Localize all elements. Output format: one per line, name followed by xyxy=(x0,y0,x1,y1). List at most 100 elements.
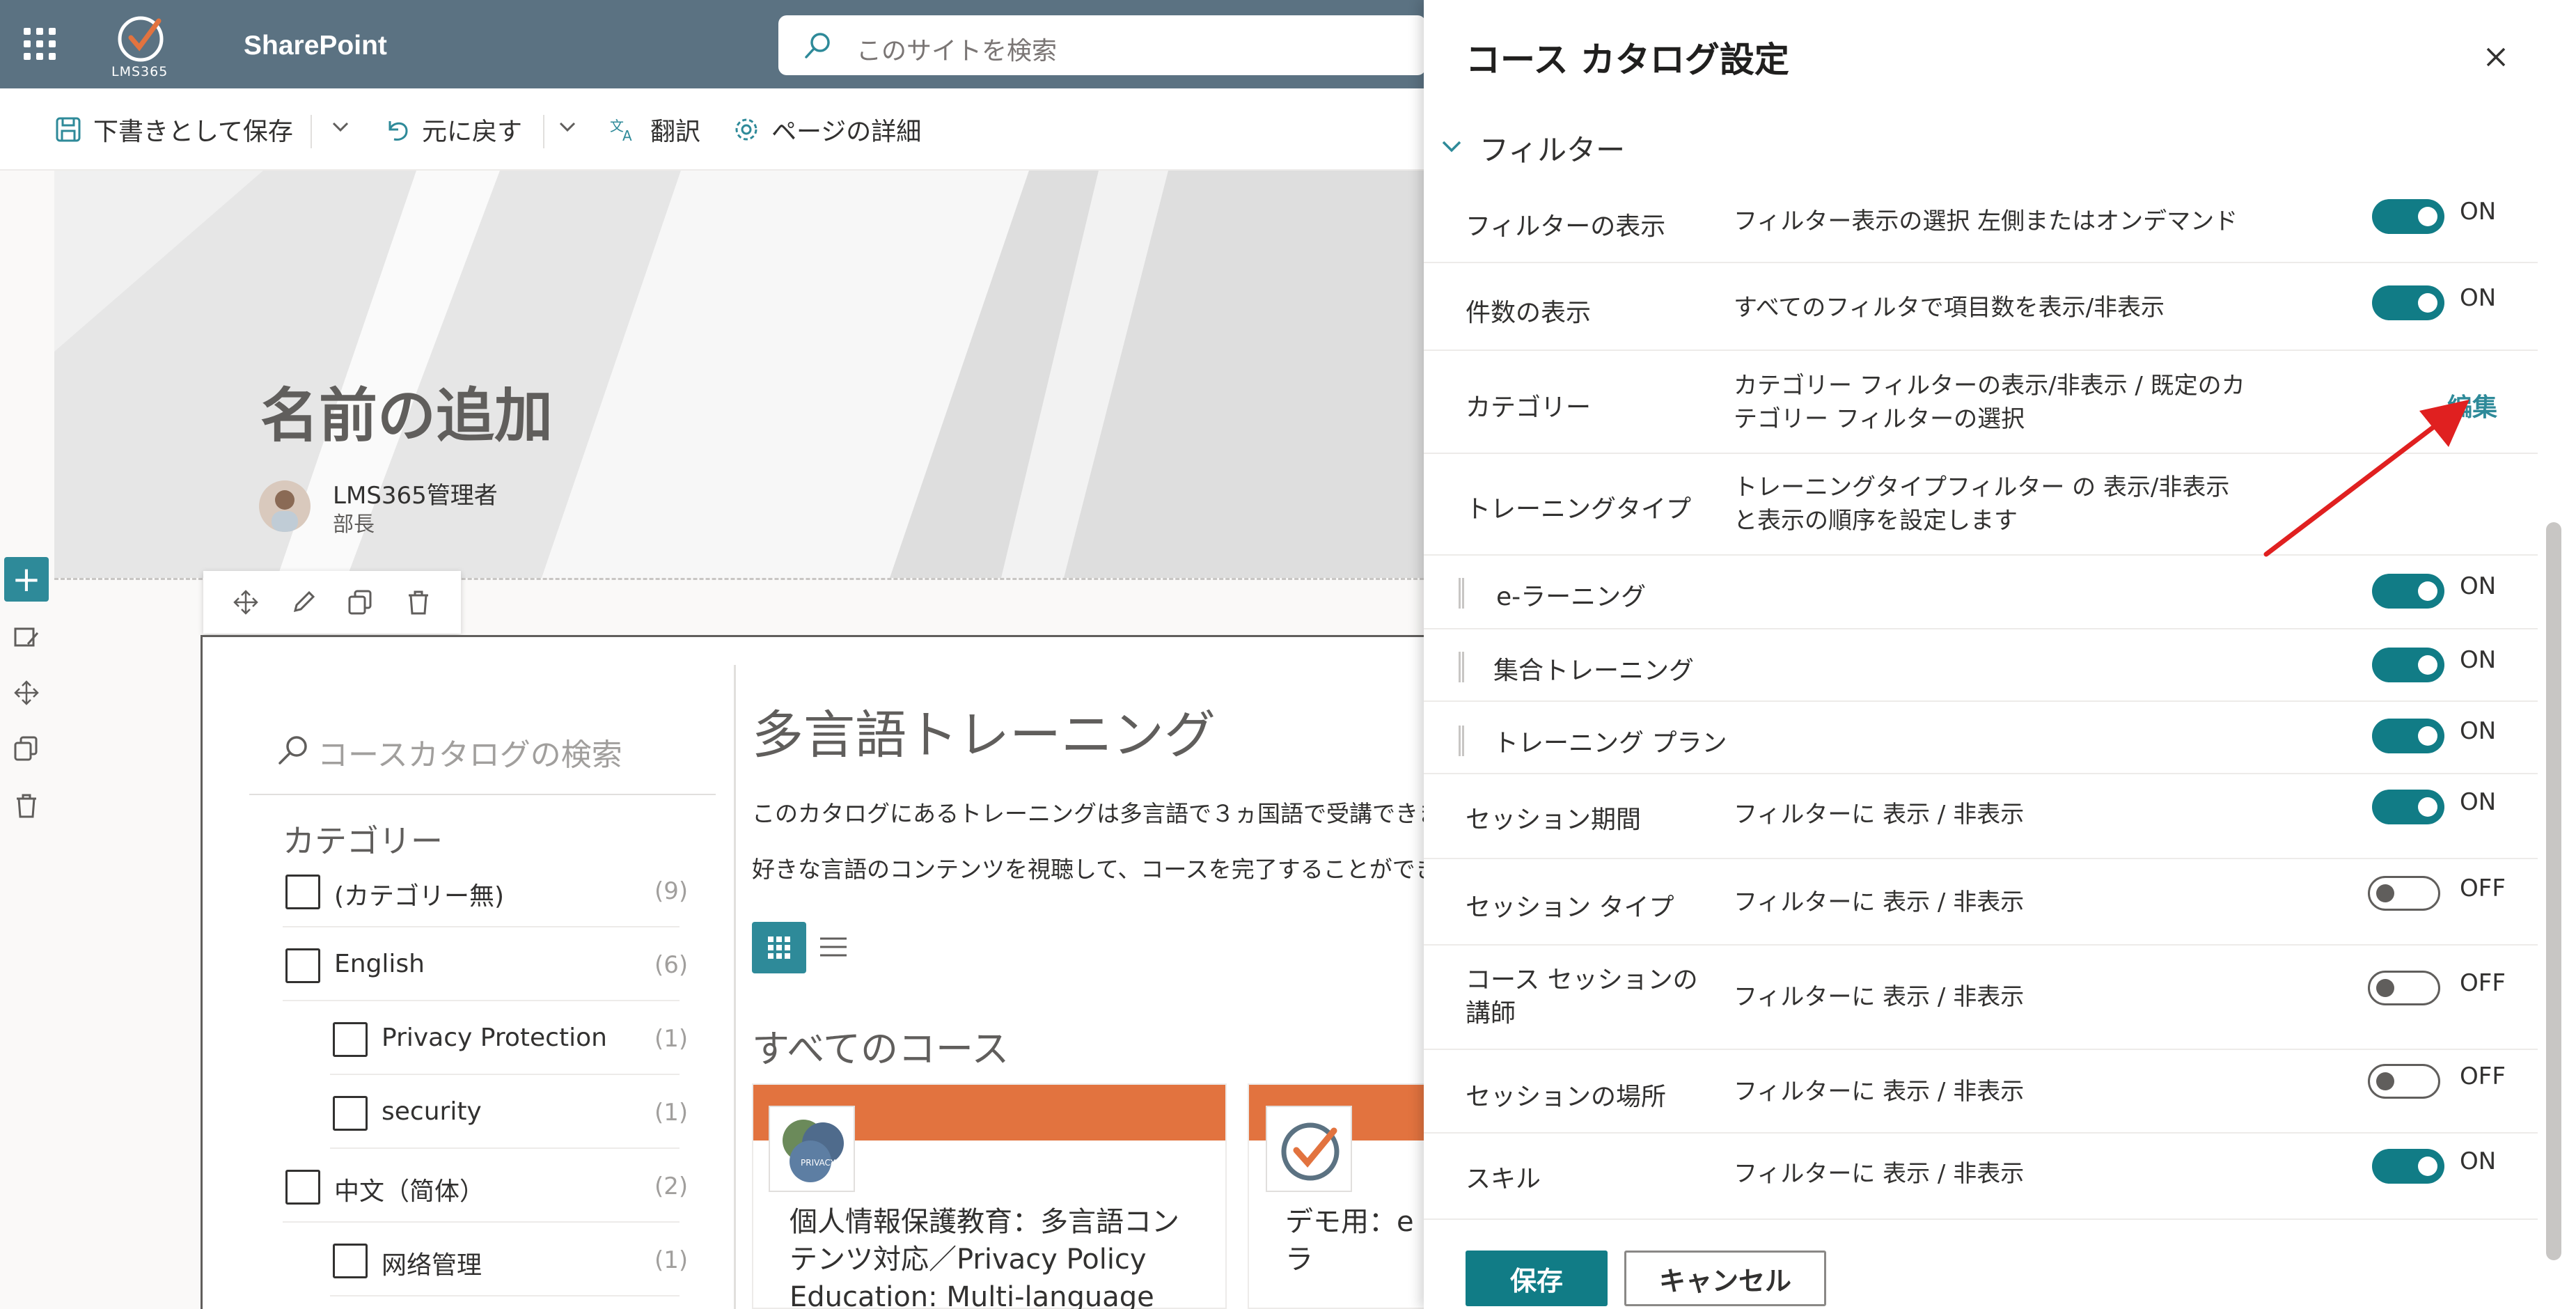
course-card[interactable]: デモ用：eラ xyxy=(1248,1083,1429,1309)
page-title[interactable]: 名前の追加 xyxy=(260,369,553,453)
cancel-button[interactable]: キャンセル xyxy=(1624,1251,1826,1306)
course-card[interactable]: PRIVACY 個人情報保護教育：多言語コン テンツ対応／Privacy Pol… xyxy=(752,1083,1227,1309)
edit-pencil-icon[interactable] xyxy=(290,588,317,616)
duplicate-icon[interactable] xyxy=(13,735,40,762)
category-count: (1) xyxy=(654,1099,689,1127)
category-checkbox[interactable] xyxy=(333,1096,368,1131)
page-details-label: ページの詳細 xyxy=(771,118,922,146)
catalog-search-input[interactable]: コースカタログの検索 xyxy=(317,730,622,774)
author-name: LMS365管理者 xyxy=(333,482,498,510)
undo-button[interactable]: 元に戻す xyxy=(383,112,522,147)
grid-view-button[interactable] xyxy=(752,922,806,973)
category-item[interactable]: Privacy Protection (1) xyxy=(330,1005,688,1075)
drag-handle-icon[interactable] xyxy=(1459,578,1464,609)
add-section-button[interactable]: + xyxy=(4,557,49,602)
category-checkbox[interactable] xyxy=(285,875,320,909)
category-checkbox[interactable] xyxy=(285,948,320,983)
category-count: (6) xyxy=(654,951,689,979)
category-heading: カテゴリー xyxy=(283,822,443,860)
divider xyxy=(311,115,312,148)
setting-label: 件数の表示 xyxy=(1466,299,1592,327)
filter-display-toggle[interactable] xyxy=(2372,199,2444,234)
category-item[interactable]: English (6) xyxy=(283,932,688,1001)
command-bar: 下書きとして保存 元に戻す 文 A 翻訳 ページの詳細 xyxy=(0,88,1424,171)
undo-icon xyxy=(388,121,408,141)
count-display-toggle[interactable] xyxy=(2372,285,2444,320)
page-details-button[interactable]: ページの詳細 xyxy=(732,112,921,147)
training-type-label: トレーニング プラン xyxy=(1493,729,1727,758)
divider xyxy=(249,794,716,795)
setting-label: フィルターの表示 xyxy=(1466,212,1666,241)
setting-label: トレーニングタイプ xyxy=(1466,495,1692,524)
toggle-state: ON xyxy=(2460,646,2497,674)
setting-description: トレーニングタイプフィルター の 表示/非表示 と表示の順序を設定します xyxy=(1734,473,2230,535)
filter-section-title[interactable]: フィルター xyxy=(1479,127,1625,169)
panel-scrollbar[interactable] xyxy=(2546,522,2561,1260)
instructor-toggle[interactable] xyxy=(2368,971,2440,1005)
svg-text:PRIVACY: PRIVACY xyxy=(801,1158,836,1168)
location-toggle[interactable] xyxy=(2368,1064,2440,1099)
drag-handle-icon[interactable] xyxy=(1459,726,1464,756)
category-item[interactable]: (カテゴリー無) (9) xyxy=(283,858,688,927)
chevron-down-icon[interactable] xyxy=(1439,134,1464,159)
delete-icon[interactable] xyxy=(405,588,432,616)
drag-handle-icon[interactable] xyxy=(1459,652,1464,682)
close-icon[interactable] xyxy=(2482,43,2510,71)
setting-row-skill: スキル フィルターに 表示 / 非表示 ON xyxy=(1424,1134,2538,1220)
category-item[interactable]: 中文（简体） (2) xyxy=(283,1153,688,1223)
setting-row-session-type: セッション タイプ フィルターに 表示 / 非表示 OFF xyxy=(1424,859,2538,946)
skill-toggle[interactable] xyxy=(2372,1149,2444,1184)
app-name[interactable]: SharePoint xyxy=(244,31,387,61)
classroom-toggle[interactable] xyxy=(2372,648,2444,682)
toggle-state: OFF xyxy=(2460,969,2506,997)
catalog-description: 好きな言語のコンテンツを視聴して、コースを完了することができます。 xyxy=(752,856,1505,883)
toggle-state: OFF xyxy=(2460,1063,2506,1090)
setting-description: フィルターに 表示 / 非表示 xyxy=(1734,1160,2025,1188)
setting-description: カテゴリー フィルターの表示/非表示 / 既定のカ テゴリー フィルターの選択 xyxy=(1734,372,2245,433)
category-checkbox[interactable] xyxy=(333,1022,368,1057)
avatar xyxy=(259,480,311,532)
delete-icon[interactable] xyxy=(13,792,40,820)
session-period-toggle[interactable] xyxy=(2372,790,2444,824)
edit-section-icon[interactable] xyxy=(13,623,40,651)
save-draft-button[interactable]: 下書きとして保存 xyxy=(54,112,293,147)
category-checkbox[interactable] xyxy=(333,1244,368,1278)
duplicate-icon[interactable] xyxy=(347,588,375,616)
list-view-icon[interactable] xyxy=(819,934,848,962)
translate-label: 翻訳 xyxy=(650,118,701,146)
category-label: security xyxy=(382,1097,482,1126)
save-button[interactable]: 保存 xyxy=(1466,1251,1608,1306)
category-label: (カテゴリー無) xyxy=(334,882,505,911)
category-label: English xyxy=(334,950,425,978)
category-item[interactable]: security (1) xyxy=(330,1079,688,1149)
search-placeholder: このサイトを検索 xyxy=(856,37,1058,65)
search-icon xyxy=(278,736,307,765)
training-plan-toggle[interactable] xyxy=(2372,719,2444,753)
category-label: 网络管理 xyxy=(382,1251,482,1280)
move-icon[interactable] xyxy=(13,679,40,707)
catalog-title: 多言語トレーニング xyxy=(752,705,1216,765)
logo-text: LMS365 xyxy=(111,64,168,79)
training-type-item-training-plan[interactable]: トレーニング プラン ON xyxy=(1424,702,2538,774)
training-type-item-classroom[interactable]: 集合トレーニング ON xyxy=(1424,629,2538,702)
translate-button[interactable]: 文 A 翻訳 xyxy=(608,112,700,147)
setting-row-instructor: コース セッションの 講師 フィルターに 表示 / 非表示 OFF xyxy=(1424,946,2538,1050)
setting-row-filter-display: フィルターの表示 フィルター表示の選択 左側またはオンデマンド ON xyxy=(1424,174,2538,263)
setting-label: セッション タイプ xyxy=(1466,893,1674,922)
chevron-down-icon[interactable] xyxy=(557,116,578,137)
category-item[interactable]: 网络管理 (1) xyxy=(330,1227,688,1296)
category-count: (9) xyxy=(654,877,689,905)
toggle-state: ON xyxy=(2460,572,2497,600)
app-launcher-icon[interactable] xyxy=(24,28,56,60)
panel-title: コース カタログ設定 xyxy=(1466,40,1789,80)
course-catalog-settings-panel: コース カタログ設定 フィルター フィルターの表示 フィルター表示の選択 左側ま… xyxy=(1424,0,2576,1309)
session-type-toggle[interactable] xyxy=(2368,876,2440,911)
chevron-down-icon[interactable] xyxy=(330,116,351,137)
category-checkbox[interactable] xyxy=(285,1170,320,1205)
search-icon xyxy=(805,33,830,58)
elearning-toggle[interactable] xyxy=(2372,574,2444,609)
move-icon[interactable] xyxy=(232,588,260,616)
toggle-state: ON xyxy=(2460,1147,2497,1175)
setting-label: スキル xyxy=(1466,1165,1541,1193)
site-search-box[interactable]: このサイトを検索 xyxy=(778,15,1426,75)
